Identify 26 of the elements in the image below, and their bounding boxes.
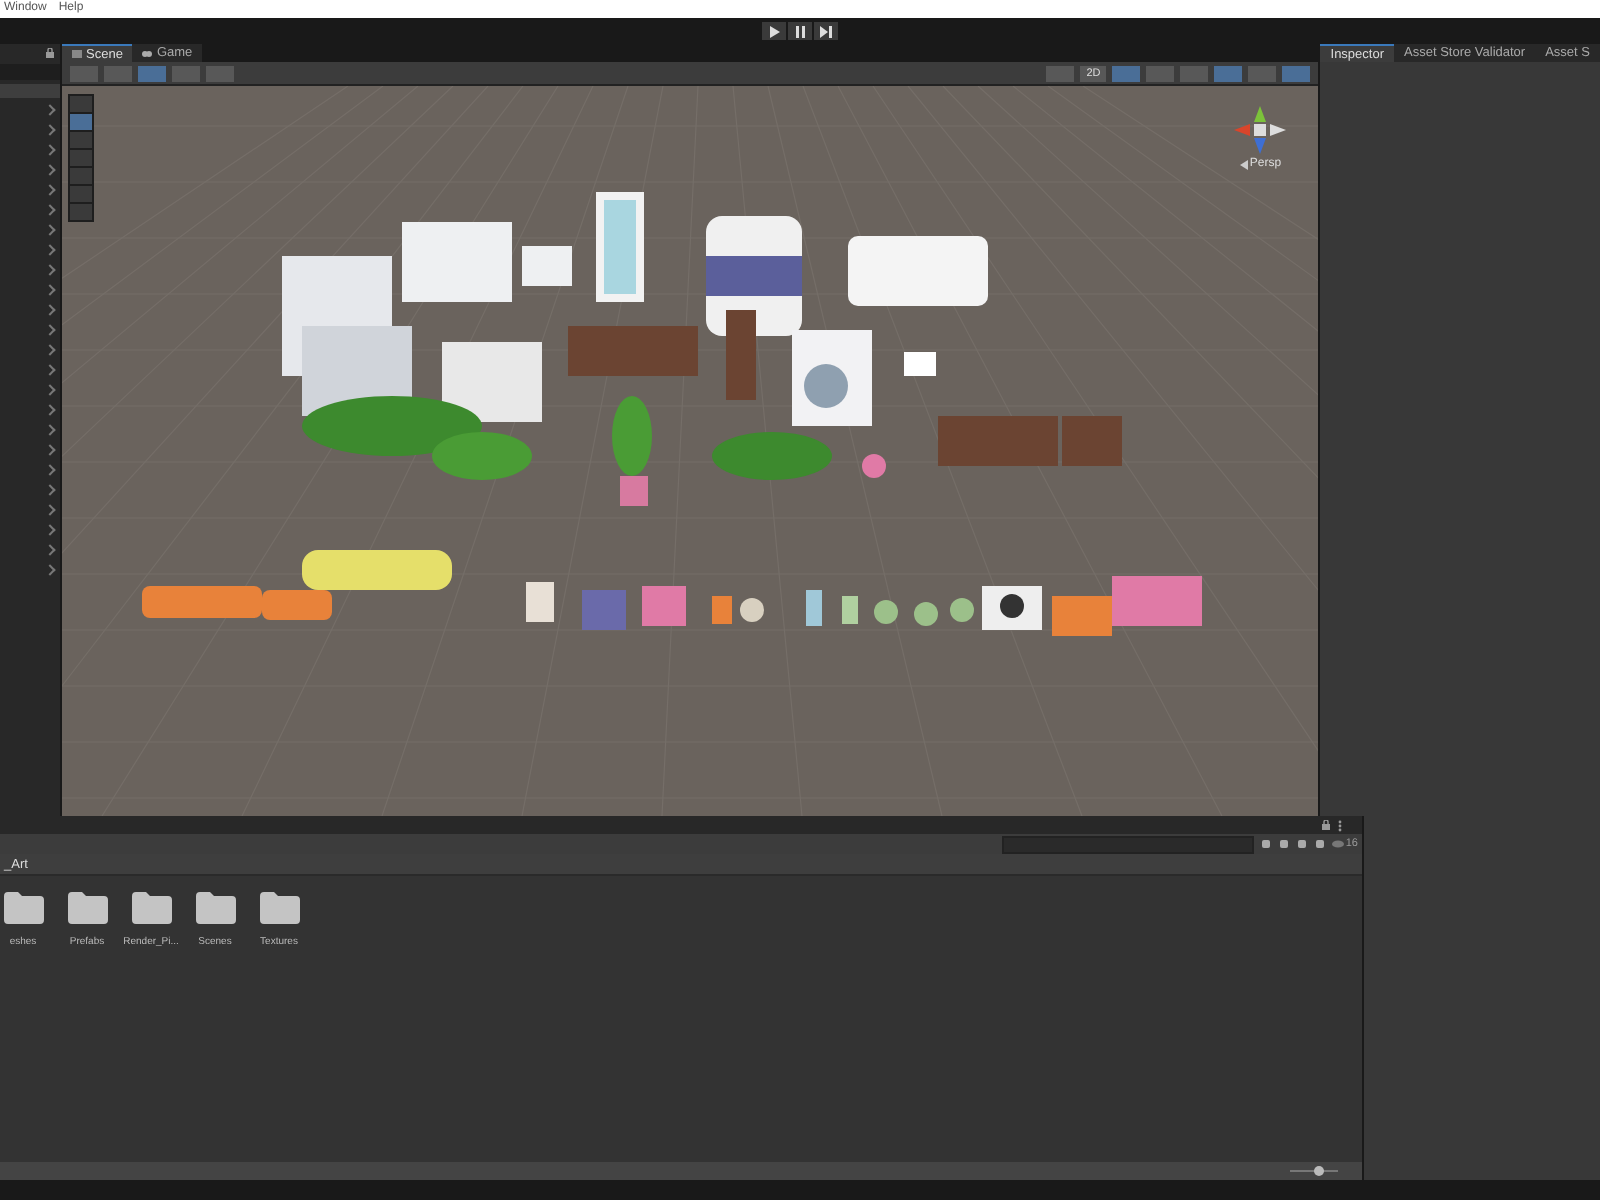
perspective-icon	[1239, 159, 1248, 169]
search-field[interactable]	[1001, 835, 1254, 853]
play-button[interactable]	[762, 22, 786, 40]
toolbar-button[interactable]	[1214, 65, 1243, 81]
tool-button[interactable]	[70, 114, 93, 130]
toolbar-dropdown-button[interactable]	[138, 65, 167, 81]
folder-icon	[195, 892, 235, 924]
pause-icon	[794, 25, 806, 37]
slider-thumb[interactable]	[1314, 1166, 1325, 1176]
folder-icon	[259, 892, 299, 924]
lock-icon[interactable]	[1322, 820, 1330, 830]
folder-icon	[3, 892, 43, 924]
step-button[interactable]	[814, 22, 838, 40]
play-icon	[768, 25, 780, 37]
folder-icon	[131, 892, 171, 924]
pause-button[interactable]	[788, 22, 812, 40]
folder-icon	[67, 892, 107, 924]
grid-icon	[72, 50, 83, 58]
step-icon	[820, 25, 832, 37]
orientation-gizmo-icon[interactable]	[1234, 102, 1287, 158]
search-field[interactable]	[0, 64, 61, 80]
eye-icon	[1331, 840, 1344, 848]
toolbar-button[interactable]	[1282, 65, 1311, 81]
gamepad-icon	[142, 49, 153, 57]
lock-icon[interactable]	[46, 48, 55, 58]
toolbar-button[interactable]	[1112, 65, 1141, 81]
